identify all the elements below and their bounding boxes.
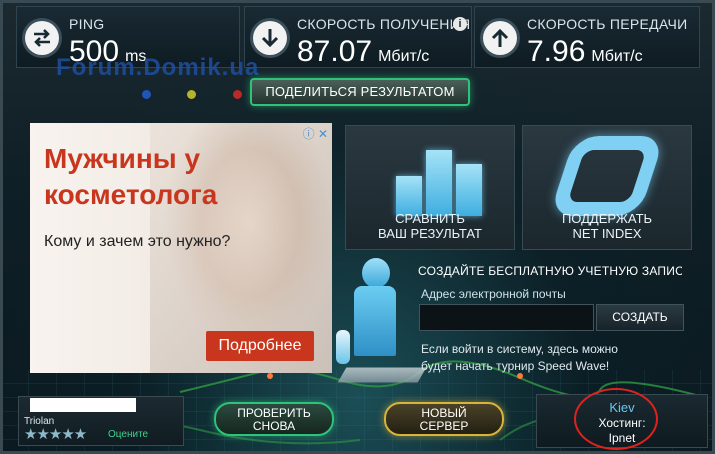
net-index-logo-icon	[549, 136, 665, 216]
signup-title: СОЗДАЙТЕ БЕСПЛАТНУЮ УЧЕТНУЮ ЗАПИСЬ	[418, 264, 682, 278]
email-input[interactable]	[419, 304, 594, 331]
new-server-line2: СЕРВЕР	[419, 419, 469, 433]
upload-number: 7.96	[527, 35, 586, 68]
bar-graph-icon	[396, 136, 486, 216]
user-avatar-figure-icon	[350, 258, 400, 368]
share-result-button[interactable]: ПОДЕЛИТЬСЯ РЕЗУЛЬТАТОМ	[250, 78, 470, 106]
advertisement[interactable]: ⓘ ✕ Мужчины у косметолога Кому и зачем э…	[30, 123, 332, 373]
create-account-button[interactable]: СОЗДАТЬ	[596, 304, 684, 331]
download-panel: СКОРОСТЬ ПОЛУЧЕНИЯ i 87.07 Мбит/с	[244, 6, 472, 68]
ping-label: PING	[69, 16, 105, 32]
upload-arrow-icon	[483, 21, 517, 55]
support-tile-line2: NET INDEX	[572, 226, 642, 241]
download-label: СКОРОСТЬ ПОЛУЧЕНИЯ	[297, 16, 471, 32]
download-unit: Мбит/с	[378, 48, 430, 65]
ad-title[interactable]: Мужчины у косметолога	[44, 141, 304, 213]
indicator-dot-red	[232, 90, 242, 99]
compare-results-tile[interactable]: СРАВНИТЬ ВАШ РЕЗУЛЬТАТ	[345, 125, 515, 250]
new-server-button[interactable]: НОВЫЙ СЕРВЕР	[384, 402, 504, 436]
info-icon[interactable]: i	[453, 17, 467, 31]
ad-choices-icon[interactable]: ⓘ ✕	[303, 125, 328, 142]
support-tile-line1: ПОДДЕРЖАТЬ	[561, 211, 653, 226]
support-tile-label: ПОДДЕРЖАТЬ NET INDEX	[523, 211, 691, 241]
annotation-circle	[574, 388, 658, 450]
ping-exchange-icon	[25, 21, 59, 55]
indicator-dot-yellow	[187, 90, 197, 99]
upload-unit: Мбит/с	[591, 48, 643, 65]
upload-value: 7.96 Мбит/с	[527, 35, 643, 69]
download-number: 87.07	[297, 35, 373, 68]
retest-line2: СНОВА	[252, 419, 296, 433]
upload-label: СКОРОСТЬ ПЕРЕДАЧИ	[527, 16, 688, 32]
compare-tile-label: СРАВНИТЬ ВАШ РЕЗУЛЬТАТ	[346, 211, 514, 241]
compare-tile-line1: СРАВНИТЬ	[395, 211, 465, 226]
indicator-dot-blue	[142, 90, 151, 99]
email-label: Адрес электронной почты	[421, 287, 566, 301]
login-note: Если войти в систему, здесь можно будет …	[421, 342, 618, 373]
platform-shape	[337, 367, 427, 383]
rating-stars-icon[interactable]: ★★★★★	[24, 425, 87, 443]
download-arrow-icon	[253, 21, 287, 55]
retest-button[interactable]: ПРОВЕРИТЬ СНОВА	[214, 402, 334, 436]
isp-redaction	[30, 398, 136, 412]
forum-watermark: Forum.Domik.ua	[56, 54, 260, 81]
download-value: 87.07 Мбит/с	[297, 35, 429, 69]
upload-panel: СКОРОСТЬ ПЕРЕДАЧИ 7.96 Мбит/с	[474, 6, 700, 68]
rate-link[interactable]: Оцените	[108, 429, 148, 440]
ad-subtitle: Кому и зачем это нужно?	[44, 233, 231, 250]
compare-tile-line2: ВАШ РЕЗУЛЬТАТ	[378, 226, 482, 241]
support-net-index-tile[interactable]: ПОДДЕРЖАТЬ NET INDEX	[522, 125, 692, 250]
ad-more-button[interactable]: Подробнее	[206, 331, 314, 361]
small-figure-icon	[336, 330, 350, 364]
